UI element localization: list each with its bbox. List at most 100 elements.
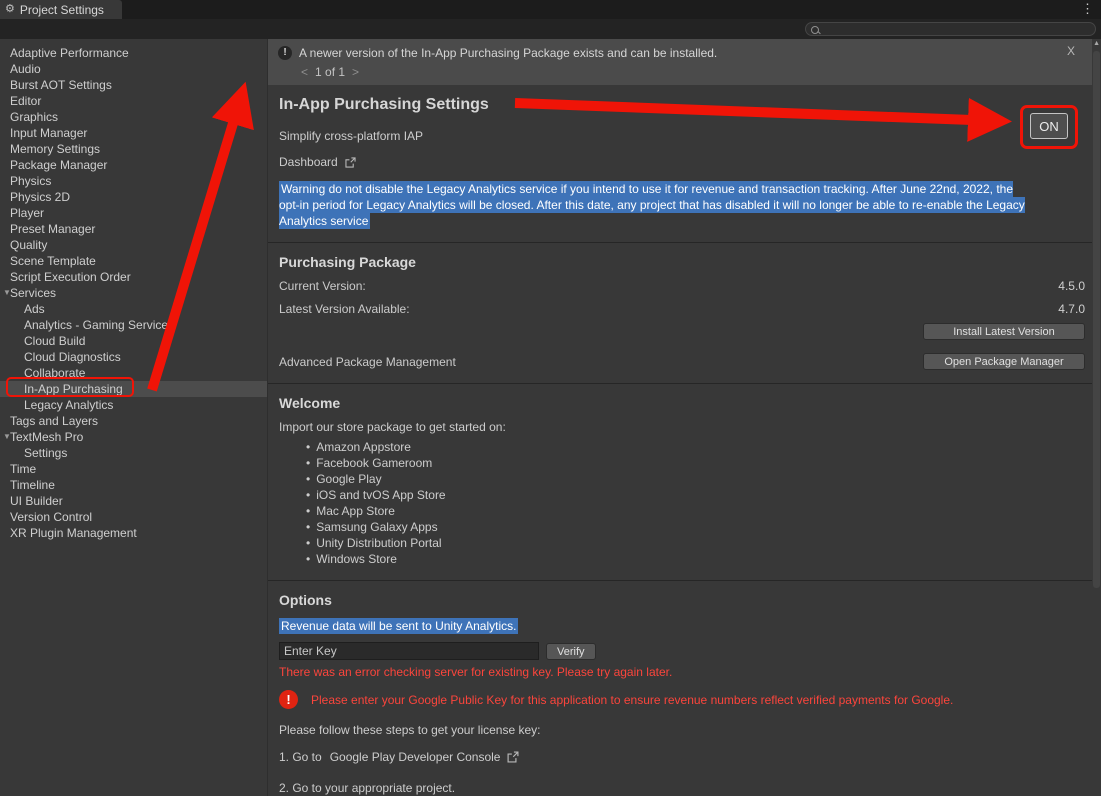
pager-next-button[interactable]: > xyxy=(352,64,359,80)
store-list-item: •Amazon Appstore xyxy=(306,439,1085,455)
unity-project-settings-window: ⚙ Project Settings ⋮ Adaptive Performanc… xyxy=(0,0,1101,796)
sidebar-item-label: Ads xyxy=(24,302,45,316)
sidebar-item-xr-plugin-management[interactable]: XR Plugin Management xyxy=(0,525,267,541)
sidebar-item-tags-and-layers[interactable]: Tags and Layers xyxy=(0,413,267,429)
pager-count: 1 of 1 xyxy=(315,64,345,80)
sidebar-item-label: Settings xyxy=(24,446,67,460)
google-key-error-text: Please enter your Google Public Key for … xyxy=(311,693,953,707)
scroll-up-icon[interactable]: ▲ xyxy=(1093,40,1100,47)
google-key-error-row: ! Please enter your Google Public Key fo… xyxy=(279,690,1085,709)
advanced-package-management-row: Advanced Package Management Open Package… xyxy=(279,353,1085,370)
sidebar-item-ui-builder[interactable]: UI Builder xyxy=(0,493,267,509)
sidebar-item-preset-manager[interactable]: Preset Manager xyxy=(0,221,267,237)
notification-pager: < 1 of 1 > xyxy=(301,64,1082,80)
main-panel-inner: ! A newer version of the In-App Purchasi… xyxy=(268,39,1092,796)
license-key-input[interactable] xyxy=(279,642,539,660)
install-latest-version-button[interactable]: Install Latest Version xyxy=(923,323,1085,340)
foldout-open-icon[interactable]: ▼ xyxy=(3,286,11,300)
verify-button[interactable]: Verify xyxy=(546,643,596,660)
iap-toggle-on-button[interactable]: ON xyxy=(1030,113,1068,139)
sidebar-item-settings[interactable]: Settings xyxy=(0,445,267,461)
dashboard-link-label: Dashboard xyxy=(279,155,338,169)
sidebar-item-label: Editor xyxy=(10,94,41,108)
sidebar-item-timeline[interactable]: Timeline xyxy=(0,477,267,493)
sidebar-item-collaborate[interactable]: Collaborate xyxy=(0,365,267,381)
sidebar-item-audio[interactable]: Audio xyxy=(0,61,267,77)
bullet-icon: • xyxy=(306,520,310,534)
notification-bar: ! A newer version of the In-App Purchasi… xyxy=(268,39,1092,85)
current-version-label: Current Version: xyxy=(279,279,366,293)
scrollbar-thumb[interactable] xyxy=(1093,51,1100,588)
sidebar-item-services[interactable]: ▼Services xyxy=(0,285,267,301)
store-list-item: •Mac App Store xyxy=(306,503,1085,519)
sidebar-item-memory-settings[interactable]: Memory Settings xyxy=(0,141,267,157)
sidebar-item-textmesh-pro[interactable]: ▼TextMesh Pro xyxy=(0,429,267,445)
sidebar-item-physics-2d[interactable]: Physics 2D xyxy=(0,189,267,205)
tab-title: Project Settings xyxy=(20,3,104,17)
section-divider xyxy=(268,242,1092,243)
sidebar-item-label: Script Execution Order xyxy=(10,270,131,284)
sidebar-item-input-manager[interactable]: Input Manager xyxy=(0,125,267,141)
sidebar-item-label: Physics 2D xyxy=(10,190,70,204)
kebab-menu-icon[interactable]: ⋮ xyxy=(1081,2,1094,15)
sidebar-item-label: Time xyxy=(10,462,36,476)
sidebar-item-label: Tags and Layers xyxy=(10,414,98,428)
sidebar-item-graphics[interactable]: Graphics xyxy=(0,109,267,125)
close-icon[interactable]: X xyxy=(1067,44,1075,58)
sidebar-item-time[interactable]: Time xyxy=(0,461,267,477)
foldout-open-icon[interactable]: ▼ xyxy=(3,430,11,444)
store-name: Facebook Gameroom xyxy=(316,456,432,470)
search-box[interactable] xyxy=(805,22,1096,36)
sidebar-item-package-manager[interactable]: Package Manager xyxy=(0,157,267,173)
sidebar-item-adaptive-performance[interactable]: Adaptive Performance xyxy=(0,45,267,61)
sidebar-item-legacy-analytics[interactable]: Legacy Analytics xyxy=(0,397,267,413)
bullet-icon: • xyxy=(306,552,310,566)
section-divider xyxy=(268,580,1092,581)
store-name: Unity Distribution Portal xyxy=(316,536,441,550)
sidebar-item-label: Collaborate xyxy=(24,366,85,380)
search-input[interactable] xyxy=(822,23,1091,35)
sidebar-item-label: Burst AOT Settings xyxy=(10,78,112,92)
open-package-manager-button[interactable]: Open Package Manager xyxy=(923,353,1085,370)
toolbar xyxy=(0,19,1101,39)
dashboard-link[interactable]: Dashboard xyxy=(279,155,1085,169)
sidebar-item-cloud-diagnostics[interactable]: Cloud Diagnostics xyxy=(0,349,267,365)
bullet-icon: • xyxy=(306,488,310,502)
sidebar-item-label: TextMesh Pro xyxy=(10,430,83,444)
step-1-prefix: 1. Go to xyxy=(279,750,322,764)
advanced-package-management-label: Advanced Package Management xyxy=(279,355,456,369)
sidebar-item-label: Legacy Analytics xyxy=(24,398,113,412)
vertical-scrollbar[interactable]: ▲ xyxy=(1092,39,1101,796)
store-list-item: •Facebook Gameroom xyxy=(306,455,1085,471)
bullet-icon: • xyxy=(306,440,310,454)
sidebar-item-physics[interactable]: Physics xyxy=(0,173,267,189)
sidebar-item-quality[interactable]: Quality xyxy=(0,237,267,253)
store-list: •Amazon Appstore•Facebook Gameroom•Googl… xyxy=(306,439,1085,567)
sidebar-list: Adaptive PerformanceAudioBurst AOT Setti… xyxy=(0,45,267,541)
tab-project-settings[interactable]: ⚙ Project Settings xyxy=(0,0,122,19)
analytics-note: Revenue data will be sent to Unity Analy… xyxy=(279,618,1085,634)
sidebar-item-scene-template[interactable]: Scene Template xyxy=(0,253,267,269)
external-link-icon xyxy=(344,156,357,169)
sidebar-item-player[interactable]: Player xyxy=(0,205,267,221)
sidebar-item-burst-aot-settings[interactable]: Burst AOT Settings xyxy=(0,77,267,93)
sidebar-item-version-control[interactable]: Version Control xyxy=(0,509,267,525)
purchasing-package-heading: Purchasing Package xyxy=(279,254,1085,270)
sidebar-item-editor[interactable]: Editor xyxy=(0,93,267,109)
sidebar-item-analytics-gaming-services[interactable]: Analytics - Gaming Services xyxy=(0,317,267,333)
sidebar-item-label: Cloud Build xyxy=(24,334,85,348)
welcome-intro: Import our store package to get started … xyxy=(279,420,1085,434)
sidebar-item-cloud-build[interactable]: Cloud Build xyxy=(0,333,267,349)
store-name: Mac App Store xyxy=(316,504,395,518)
gear-icon: ⚙ xyxy=(5,4,15,15)
sidebar-item-label: Preset Manager xyxy=(10,222,95,236)
external-link-icon[interactable] xyxy=(506,750,520,764)
sidebar-item-label: Graphics xyxy=(10,110,58,124)
sidebar-item-script-execution-order[interactable]: Script Execution Order xyxy=(0,269,267,285)
sidebar-item-in-app-purchasing[interactable]: In-App Purchasing xyxy=(0,381,267,397)
pager-prev-button[interactable]: < xyxy=(301,64,308,80)
legacy-analytics-warning: Warning do not disable the Legacy Analyt… xyxy=(279,181,1025,229)
google-play-console-link[interactable]: Google Play Developer Console xyxy=(330,750,501,764)
sidebar-item-label: XR Plugin Management xyxy=(10,526,137,540)
sidebar-item-ads[interactable]: Ads xyxy=(0,301,267,317)
